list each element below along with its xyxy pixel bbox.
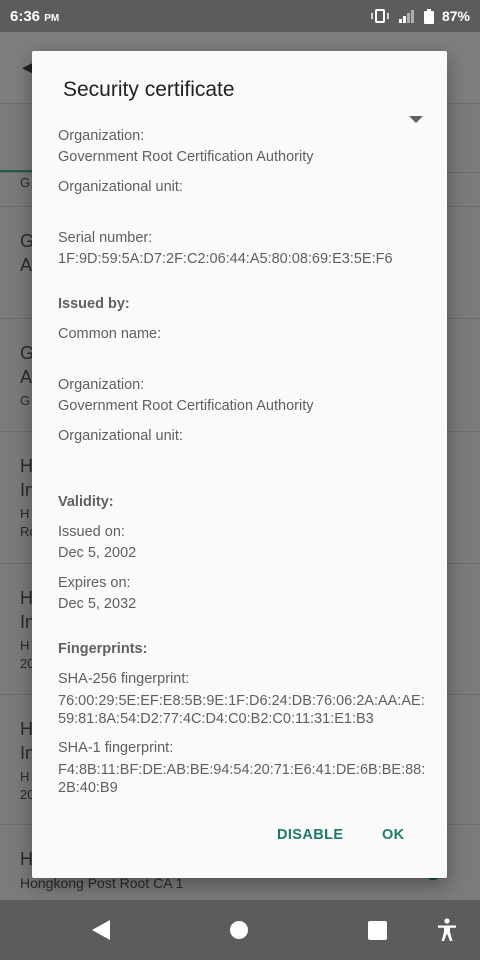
nav-home-icon[interactable]	[230, 921, 248, 939]
ok-button[interactable]: OK	[382, 827, 405, 843]
accessibility-icon[interactable]	[436, 918, 458, 942]
sha256-value: 76:00:29:5E:EF:E8:5B:9E:1F:D6:24:DB:76:0…	[58, 693, 425, 727]
issuer-organization-value: Government Root Certification Authority	[58, 398, 314, 414]
dropdown-arrow-icon[interactable]	[409, 116, 423, 123]
common-name-label: Common name:	[58, 326, 162, 342]
sha256-label: SHA-256 fingerprint:	[58, 671, 190, 687]
battery-percent: 87%	[441, 8, 470, 24]
sha1-label: SHA-1 fingerprint:	[58, 740, 174, 756]
serial-number-label: Serial number:	[58, 230, 153, 246]
issued-on-label: Issued on:	[58, 524, 125, 540]
issuer-organization-label: Organization:	[58, 377, 145, 393]
issued-by-header: Issued by:	[58, 296, 130, 312]
status-icons: 87%	[370, 8, 470, 24]
organizational-unit-label: Organizational unit:	[58, 179, 183, 195]
nav-back-icon[interactable]	[92, 920, 110, 940]
organization-label: Organization:	[58, 129, 145, 144]
vibrate-icon	[371, 9, 389, 23]
dialog-actions: DISABLE OK	[32, 827, 447, 857]
organization-value: Government Root Certification Authority	[58, 149, 314, 165]
battery-icon	[423, 8, 434, 24]
security-certificate-dialog: Security certificate Organization: Gover…	[32, 51, 447, 878]
serial-number-value: 1F:9D:59:5A:D7:2F:C2:06:44:A5:80:08:69:E…	[58, 251, 393, 267]
expires-on-label: Expires on:	[58, 575, 131, 591]
certificate-details[interactable]: Organization: Government Root Certificat…	[58, 129, 428, 801]
sha1-value: F4:8B:11:BF:DE:AB:BE:94:54:20:71:E6:41:D…	[58, 762, 426, 796]
status-time: 6:36 PM	[10, 7, 60, 25]
issued-on-value: Dec 5, 2002	[58, 545, 137, 561]
disable-button[interactable]: DISABLE	[277, 827, 343, 843]
issuer-organizational-unit-label: Organizational unit:	[58, 428, 183, 444]
fingerprints-header: Fingerprints:	[58, 641, 148, 657]
dialog-title: Security certificate	[63, 78, 235, 101]
nav-recents-icon[interactable]	[368, 921, 387, 940]
expires-on-value: Dec 5, 2032	[58, 596, 137, 612]
navigation-bar	[0, 900, 480, 960]
validity-header: Validity:	[58, 494, 114, 510]
status-bar: 6:36 PM 87%	[0, 0, 480, 32]
signal-icon	[398, 10, 414, 23]
